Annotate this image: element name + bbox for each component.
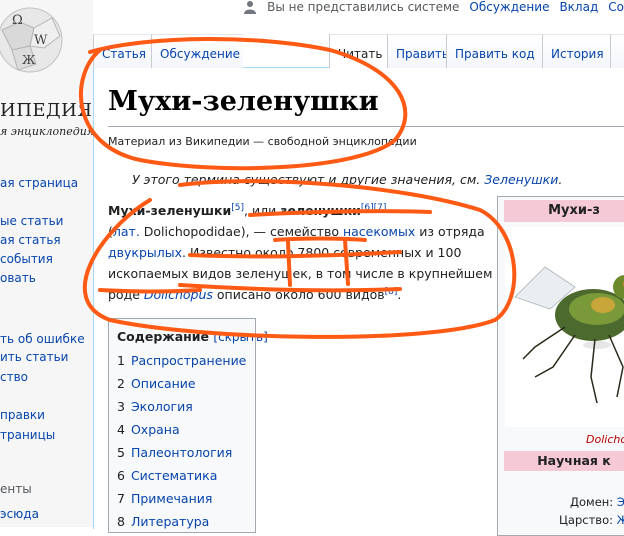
hatnote-link[interactable]: Зеленушки bbox=[484, 172, 558, 187]
tab-more[interactable] bbox=[610, 34, 624, 68]
toc-item[interactable]: 7 Примечания bbox=[117, 491, 212, 506]
toc-toggle-link[interactable]: [скрыть] bbox=[213, 330, 267, 344]
not-logged-in-text: Вы не представились системе bbox=[267, 0, 460, 14]
term-bold-alt: зеленушки bbox=[280, 203, 361, 218]
sidebar-item-random[interactable]: ая статья bbox=[0, 233, 61, 247]
term-bold: Мухи-зеленушки bbox=[108, 203, 232, 218]
tab-read[interactable]: Читать bbox=[329, 34, 387, 68]
ref-link[interactable]: [8] bbox=[385, 287, 398, 297]
sidebar-heading-tools: енты bbox=[0, 482, 32, 496]
toc-item[interactable]: 2 Описание bbox=[117, 376, 196, 391]
sidebar-item-donate[interactable]: овать bbox=[0, 271, 36, 285]
taxon-domain-link[interactable]: Э bbox=[617, 495, 624, 509]
dolichopus-link[interactable]: Dolichopus bbox=[144, 287, 213, 302]
sidebar-item-recent-changes[interactable]: правки bbox=[0, 408, 45, 422]
toc-item[interactable]: 5 Палеонтология bbox=[117, 445, 232, 460]
fly-image[interactable] bbox=[505, 227, 624, 427]
svg-text:W: W bbox=[34, 33, 48, 48]
taxon-kingdom-row: Царство: Ж bbox=[559, 513, 624, 527]
tab-article[interactable]: Статья bbox=[93, 34, 151, 68]
tab-edit-code[interactable]: Править код bbox=[446, 34, 542, 68]
title-divider bbox=[108, 126, 624, 127]
diptera-link[interactable]: двукрылых bbox=[108, 245, 182, 260]
toc-title: Содержание [скрыть] bbox=[117, 329, 268, 344]
wikipedia-logo-icon[interactable]: Ω W Ж bbox=[0, 0, 70, 88]
lead-paragraph: Мухи-зеленушки[5], или зеленушки[6][7] (… bbox=[108, 203, 493, 302]
taxobox: Мухи-з Dolicho Научная к Домен: Э Царств… bbox=[497, 196, 624, 536]
personal-tools: Вы не представились системе Обсуждение В… bbox=[243, 0, 624, 14]
personal-talk-link[interactable]: Обсуждение bbox=[469, 0, 549, 14]
tab-discussion[interactable]: Обсуждение bbox=[151, 34, 243, 68]
sidebar-item-what-links-here[interactable]: эсюда bbox=[0, 507, 39, 521]
personal-contributions-link[interactable]: Вклад bbox=[559, 0, 598, 14]
hatnote: У этого термина существуют и другие знач… bbox=[132, 172, 563, 187]
sidebar-item-new-pages[interactable]: траницы bbox=[0, 428, 55, 442]
sidebar-item-featured[interactable]: ые статьи bbox=[0, 214, 63, 228]
toc-item[interactable]: 1 Распространение bbox=[117, 353, 246, 368]
insects-link[interactable]: насекомых bbox=[343, 224, 415, 239]
sidebar-item-new-articles[interactable]: ить статьи bbox=[0, 350, 68, 364]
taxon-kingdom-link[interactable]: Ж bbox=[617, 513, 624, 527]
ref-link[interactable]: [6][7] bbox=[361, 203, 387, 213]
taxobox-section-heading: Научная к bbox=[504, 451, 624, 471]
latin-link[interactable]: лат. bbox=[113, 224, 140, 239]
site-tagline: Материал из Википедии — свободной энцикл… bbox=[108, 135, 417, 148]
logo-tagline: я энциклопедия bbox=[0, 125, 95, 138]
sidebar-item-report-error[interactable]: ть об ошибке bbox=[0, 332, 85, 346]
toc-item[interactable]: 3 Экология bbox=[117, 399, 193, 414]
svg-text:Ω: Ω bbox=[12, 13, 23, 28]
logo-wordmark: ИПЕДИЯ bbox=[0, 100, 93, 121]
taxon-domain-row: Домен: Э bbox=[570, 495, 624, 509]
sidebar-item-current-events[interactable]: события bbox=[0, 252, 53, 266]
taxobox-title: Мухи-з bbox=[504, 200, 624, 222]
personal-create-account-link[interactable]: Со bbox=[608, 0, 624, 14]
tab-history[interactable]: История bbox=[542, 34, 610, 68]
sidebar-item-community[interactable]: ство bbox=[0, 370, 28, 384]
page-tabs: Статья Обсуждение Читать Править Править… bbox=[93, 34, 624, 68]
image-caption: Dolicho bbox=[586, 433, 624, 446]
sidebar-item-main-page[interactable]: ая страница bbox=[0, 176, 78, 190]
tab-edit[interactable]: Править bbox=[387, 34, 449, 68]
ref-link[interactable]: [5] bbox=[231, 203, 244, 213]
user-icon bbox=[243, 0, 257, 14]
toc-item[interactable]: 4 Охрана bbox=[117, 422, 180, 437]
page-title: Мухи-зеленушки bbox=[108, 86, 379, 117]
toc-item[interactable]: 6 Систематика bbox=[117, 468, 217, 483]
svg-text:Ж: Ж bbox=[22, 53, 36, 67]
table-of-contents: Содержание [скрыть] 1 Распространение 2 Оп… bbox=[108, 318, 268, 533]
